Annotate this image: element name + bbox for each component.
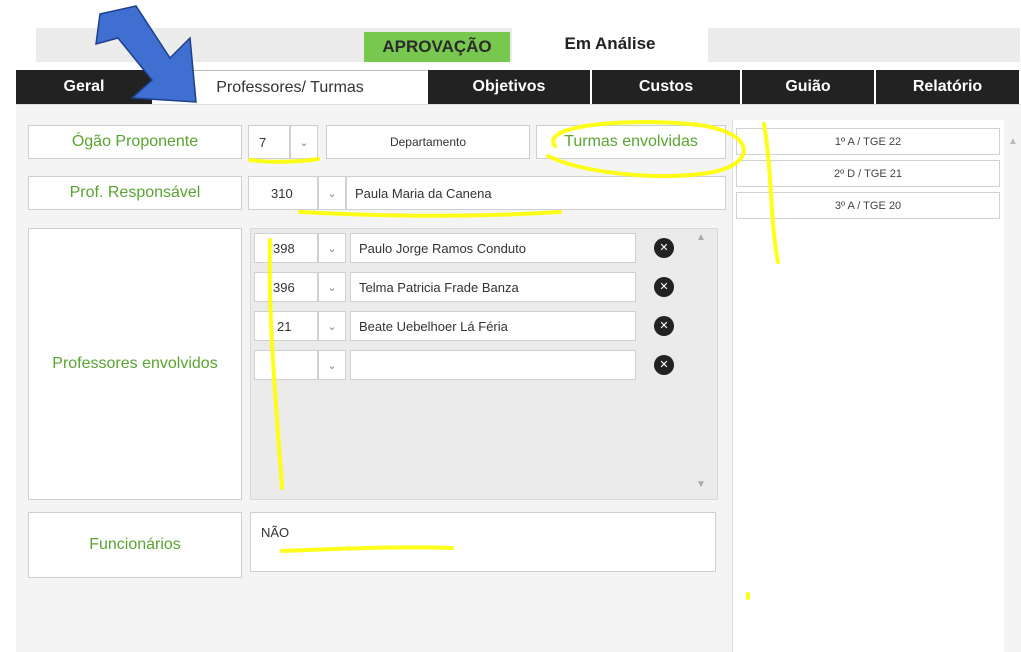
chevron-down-icon[interactable]: ⌄ xyxy=(290,125,318,159)
chevron-down-icon[interactable]: ⌄ xyxy=(318,272,346,302)
status-analysis-badge: Em Análise xyxy=(512,26,708,62)
remove-icon[interactable]: ✕ xyxy=(654,316,674,336)
remove-icon[interactable]: ✕ xyxy=(654,355,674,375)
chevron-down-icon[interactable]: ⌄ xyxy=(318,350,346,380)
tab-geral[interactable]: Geral xyxy=(16,70,154,104)
professor-name-field[interactable]: Telma Patricia Frade Banza xyxy=(350,272,636,302)
prof-responsavel-label: Prof. Responsável xyxy=(28,176,242,210)
orgao-code-field[interactable]: 7 xyxy=(248,125,290,159)
professor-code-field[interactable]: 398 xyxy=(254,233,318,263)
chevron-down-icon[interactable]: ⌄ xyxy=(318,311,346,341)
tab-relatorio[interactable]: Relatório xyxy=(876,70,1021,104)
professor-code-field[interactable]: 21 xyxy=(254,311,318,341)
funcionarios-label: Funcionários xyxy=(28,512,242,578)
remove-icon[interactable]: ✕ xyxy=(654,238,674,258)
professores-envolvidos-label: Professores envolvidos xyxy=(28,228,242,500)
department-field[interactable]: Departamento xyxy=(326,125,530,159)
professor-name-field[interactable]: Paulo Jorge Ramos Conduto xyxy=(350,233,636,263)
funcionarios-field[interactable]: NÃO xyxy=(250,512,716,572)
scroll-up-icon[interactable]: ▲ xyxy=(1008,136,1018,147)
tab-professores-turmas[interactable]: Professores/ Turmas xyxy=(154,70,428,104)
turmas-envolvidas-label: Turmas envolvidas xyxy=(536,125,726,159)
scroll-down-icon[interactable]: ▼ xyxy=(692,479,710,490)
professor-name-field[interactable] xyxy=(350,350,636,380)
turma-item[interactable]: 1º A / TGE 22 xyxy=(736,128,1000,155)
turma-item[interactable]: 3º A / TGE 20 xyxy=(736,192,1000,219)
professor-code-field[interactable] xyxy=(254,350,318,380)
chevron-down-icon[interactable]: ⌄ xyxy=(318,233,346,263)
turma-item[interactable]: 2º D / TGE 21 xyxy=(736,160,1000,187)
responsavel-name-field[interactable]: Paula Maria da Canena xyxy=(346,176,726,210)
professor-name-field[interactable]: Beate Uebelhoer Lá Féria xyxy=(350,311,636,341)
remove-icon[interactable]: ✕ xyxy=(654,277,674,297)
status-approval-badge: APROVAÇÃO xyxy=(364,32,510,62)
orgao-proponente-label: Ógão Proponente xyxy=(28,125,242,159)
tab-custos[interactable]: Custos xyxy=(592,70,742,104)
professor-code-field[interactable]: 396 xyxy=(254,272,318,302)
tab-objetivos[interactable]: Objetivos xyxy=(428,70,592,104)
responsavel-code-field[interactable]: 310 xyxy=(248,176,318,210)
professores-scrollbar[interactable]: ▲ ▼ xyxy=(692,232,710,494)
chevron-down-icon[interactable]: ⌄ xyxy=(318,176,346,210)
scroll-up-icon[interactable]: ▲ xyxy=(692,232,710,243)
tab-guiao[interactable]: Guião xyxy=(742,70,876,104)
